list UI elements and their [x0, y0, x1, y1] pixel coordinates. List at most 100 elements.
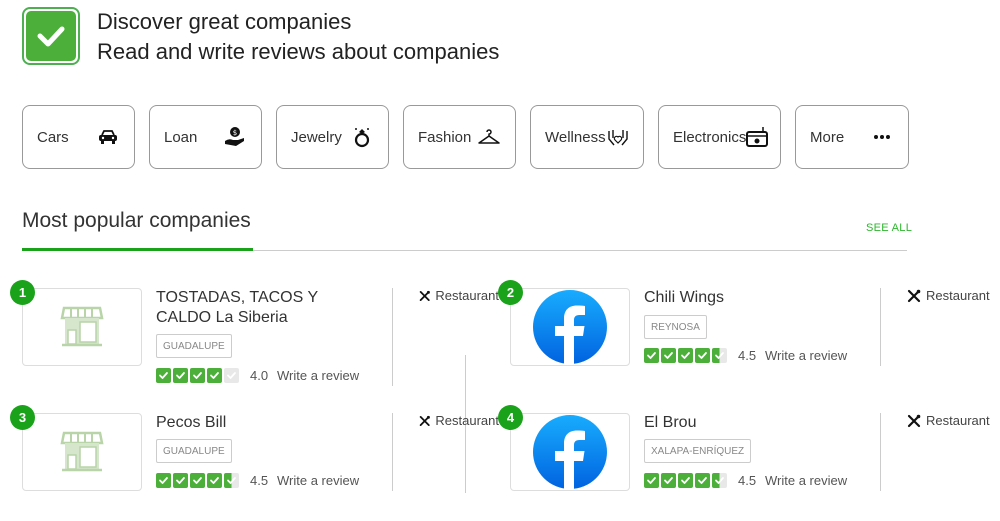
star-rating — [156, 473, 239, 488]
svg-text:$: $ — [233, 129, 237, 137]
category-fashion[interactable]: Fashion — [403, 105, 516, 169]
rank-badge: 2 — [498, 280, 523, 305]
checkmark-icon — [37, 26, 65, 47]
category-label: Wellness — [545, 128, 606, 146]
category-cars[interactable]: Cars — [22, 105, 135, 169]
rating-value: 4.5 — [250, 473, 269, 488]
star-full — [207, 473, 222, 488]
car-icon — [96, 125, 120, 149]
see-all-link[interactable]: SEE ALL — [866, 222, 912, 234]
write-review-link[interactable]: Write a review — [277, 473, 359, 488]
location-tag[interactable]: GUADALUPE — [156, 439, 232, 463]
category-text: Restaurant — [435, 288, 499, 303]
rating-value: 4.5 — [738, 473, 757, 488]
facebook-logo — [533, 415, 607, 489]
star-full — [695, 348, 710, 363]
company-category[interactable]: Restaurant — [419, 413, 499, 428]
utensils-icon — [907, 289, 921, 302]
store-icon — [60, 431, 104, 472]
star-half — [712, 348, 727, 363]
star-full — [695, 473, 710, 488]
category-list: Cars Loan $ Jewelry Fashion Wellness Ele… — [22, 105, 909, 169]
company-name[interactable]: TOSTADAS, TACOS Y CALDO La Siberia — [156, 288, 336, 328]
company-category[interactable]: Restaurant — [907, 288, 990, 303]
star-rating — [156, 368, 239, 383]
star-full — [156, 368, 171, 383]
star-full — [190, 473, 205, 488]
company-thumbnail[interactable] — [510, 288, 630, 366]
more-dots-icon — [870, 125, 894, 149]
company-card[interactable]: 4 El Brou XALAPA-ENRÍQUEZ 4.5 Write a re… — [498, 405, 990, 521]
star-empty — [224, 368, 239, 383]
section-title: Most popular companies — [22, 209, 251, 232]
category-jewelry[interactable]: Jewelry — [276, 105, 389, 169]
hands-heart-icon — [606, 125, 630, 149]
star-full — [156, 473, 171, 488]
site-logo[interactable] — [22, 7, 80, 65]
star-full — [678, 473, 693, 488]
card-divider — [392, 288, 393, 386]
company-thumbnail[interactable] — [510, 413, 630, 491]
ring-icon — [350, 125, 374, 149]
section-underline — [22, 248, 253, 251]
category-label: Jewelry — [291, 128, 342, 146]
facebook-logo — [533, 290, 607, 364]
star-full — [173, 473, 188, 488]
company-category[interactable]: Restaurant — [907, 413, 990, 428]
star-half — [224, 473, 239, 488]
category-text: Restaurant — [926, 413, 990, 428]
rank-badge: 1 — [10, 280, 35, 305]
star-full — [207, 368, 222, 383]
company-name[interactable]: El Brou — [644, 413, 824, 433]
card-divider — [392, 413, 393, 491]
card-divider — [880, 288, 881, 366]
category-wellness[interactable]: Wellness — [530, 105, 644, 169]
radio-icon — [746, 125, 769, 149]
hero-subheadline: Read and write reviews about companies — [97, 39, 500, 64]
hanger-icon — [477, 125, 501, 149]
write-review-link[interactable]: Write a review — [765, 473, 847, 488]
company-card[interactable]: 1 TOSTADAS, TACOS Y CALDO La Siberia GUA… — [10, 280, 502, 398]
star-rating — [644, 348, 727, 363]
star-full — [644, 473, 659, 488]
star-rating — [644, 473, 727, 488]
rating-value: 4.0 — [250, 368, 269, 383]
star-full — [678, 348, 693, 363]
company-thumbnail[interactable] — [22, 413, 142, 491]
category-text: Restaurant — [926, 288, 990, 303]
company-category[interactable]: Restaurant — [419, 288, 499, 303]
category-loan[interactable]: Loan $ — [149, 105, 262, 169]
category-label: Loan — [164, 128, 198, 146]
company-name[interactable]: Pecos Bill — [156, 413, 336, 433]
category-text: Restaurant — [435, 413, 499, 428]
category-electronics[interactable]: Electronics — [658, 105, 781, 169]
utensils-icon — [907, 414, 921, 427]
category-more[interactable]: More — [795, 105, 909, 169]
rating-value: 4.5 — [738, 348, 757, 363]
hero-headline: Discover great companies — [97, 9, 352, 34]
company-card[interactable]: 3 Pecos Bill GUADALUPE 4.5 Write a revie… — [10, 405, 502, 521]
company-thumbnail[interactable] — [22, 288, 142, 366]
location-tag[interactable]: GUADALUPE — [156, 334, 232, 358]
rank-badge: 4 — [498, 405, 523, 430]
utensils-icon — [419, 415, 430, 426]
category-label: Fashion — [418, 128, 472, 146]
star-half — [712, 473, 727, 488]
category-label: More — [810, 128, 845, 146]
star-full — [190, 368, 205, 383]
write-review-link[interactable]: Write a review — [277, 368, 359, 383]
write-review-link[interactable]: Write a review — [765, 348, 847, 363]
category-label: Cars — [37, 128, 69, 146]
star-full — [173, 368, 188, 383]
card-divider — [880, 413, 881, 491]
star-full — [661, 473, 676, 488]
location-tag[interactable]: REYNOSA — [644, 315, 707, 339]
store-icon — [60, 306, 104, 347]
company-name[interactable]: Chili Wings — [644, 288, 824, 308]
utensils-icon — [419, 290, 430, 301]
money-hand-icon: $ — [223, 125, 247, 149]
rank-badge: 3 — [10, 405, 35, 430]
company-card[interactable]: 2 Chili Wings REYNOSA 4.5 Write a review… — [498, 280, 990, 398]
location-tag[interactable]: XALAPA-ENRÍQUEZ — [644, 439, 752, 463]
star-full — [644, 348, 659, 363]
